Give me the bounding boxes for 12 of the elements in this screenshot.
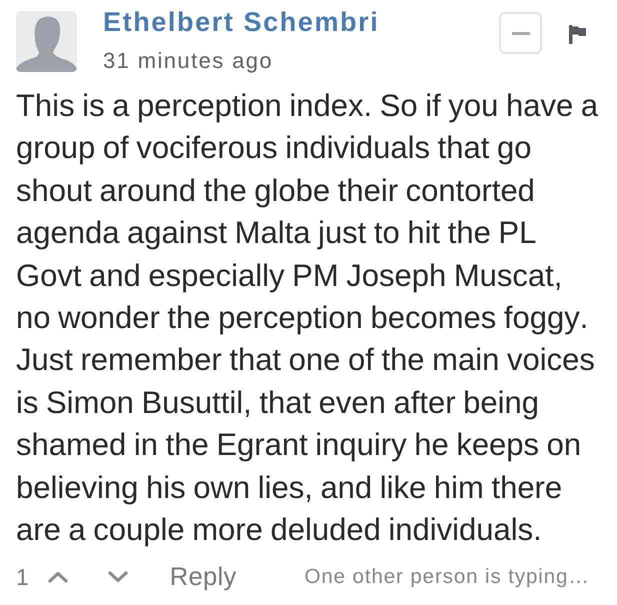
reply-link[interactable]: Reply [170,562,236,592]
typing-indicator: One other person is typing… [304,565,590,590]
vote-count: 1 [16,564,29,590]
downvote-icon[interactable] [108,571,128,584]
avatar-icon [16,11,77,72]
timestamp: 31 minutes ago [103,50,274,72]
minus-icon [512,32,530,34]
comment-text: This is a perception index. So if you have a group of vociferous individuals that go shout around the globe their contorted agenda against Malta just to hit the PL Govt and especially PM Joseph Muscat, no wonder the perception becomes foggy. Just remember that one of the main voices is Simon Busuttil, that even after being shamed in the Egrant inquiry he keeps on believing his own lies, and like him there are a couple more deluded individuals. [16,87,600,550]
collapse-button[interactable] [499,12,542,54]
author-name[interactable]: Ethelbert Schembri [103,11,380,33]
upvote-icon[interactable] [48,571,68,584]
flag-icon[interactable] [569,25,586,44]
